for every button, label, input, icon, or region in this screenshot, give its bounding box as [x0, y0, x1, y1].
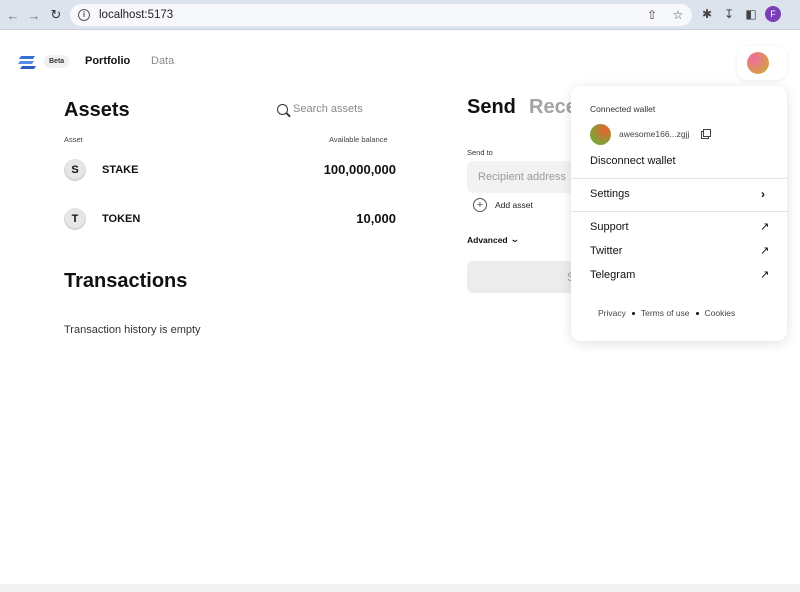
asset-name: STAKE [102, 164, 139, 176]
address-bar[interactable]: i localhost:5173 ⇧ ☆ [70, 4, 692, 26]
asset-row-stake[interactable]: S STAKE 100,000,000 [64, 159, 396, 183]
sidebar-icon[interactable]: ◧ [743, 6, 759, 22]
plus-icon: + [473, 198, 487, 212]
forward-icon[interactable]: → [25, 6, 43, 24]
menu-item-settings[interactable]: Settings [590, 188, 630, 200]
menu-item-support[interactable]: Support [590, 221, 629, 233]
bottom-bar [0, 584, 800, 592]
search-icon [277, 103, 288, 115]
beta-badge: Beta [44, 55, 70, 68]
bullet-separator [631, 311, 635, 315]
tab-send[interactable]: Send [467, 96, 516, 119]
asset-balance: 10,000 [356, 211, 396, 226]
cookies-link[interactable]: Cookies [705, 308, 736, 318]
divider [571, 211, 787, 212]
bullet-separator [695, 311, 699, 315]
asset-balance: 100,000,000 [323, 162, 396, 177]
divider [571, 178, 787, 179]
column-asset: Asset [64, 135, 83, 144]
star-icon[interactable]: ☆ [670, 7, 686, 23]
external-link-icon: ↗ [760, 269, 770, 281]
extensions-icon[interactable]: ✱ [699, 6, 715, 22]
chevron-right-icon: › [761, 187, 765, 201]
wallet-avatar-button[interactable] [737, 46, 787, 80]
nav-data[interactable]: Data [151, 55, 174, 67]
menu-item-twitter[interactable]: Twitter [590, 245, 622, 257]
token-icon: T [64, 208, 86, 230]
transactions-title: Transactions [64, 270, 188, 292]
column-balance: Available balance [329, 135, 388, 144]
nav-portfolio[interactable]: Portfolio [85, 55, 130, 67]
copy-icon[interactable] [701, 129, 711, 139]
connected-wallet-label: Connected wallet [590, 104, 656, 114]
wallet-avatar [747, 52, 769, 74]
transactions-empty: Transaction history is empty [64, 324, 201, 336]
disconnect-wallet-button[interactable]: Disconnect wallet [590, 155, 676, 167]
add-asset-button[interactable]: + Add asset [473, 198, 533, 212]
wallet-address: awesome166...zgjj [619, 129, 690, 139]
asset-row-token[interactable]: T TOKEN 10,000 [64, 208, 396, 232]
share-icon[interactable]: ⇧ [644, 7, 660, 23]
send-to-label: Send to [467, 148, 493, 157]
send-submit-button[interactable]: S [467, 261, 577, 293]
info-icon[interactable]: i [78, 9, 90, 21]
app-logo[interactable] [17, 53, 37, 71]
search-input[interactable] [293, 103, 403, 115]
assets-title: Assets [64, 99, 130, 121]
reload-icon[interactable]: ↻ [47, 6, 65, 24]
token-icon: S [64, 159, 86, 181]
add-asset-label: Add asset [495, 200, 533, 210]
download-icon[interactable]: ↧ [721, 6, 737, 22]
chevron-down-icon: ⌄ [509, 234, 520, 244]
browser-toolbar: ← → ↻ i localhost:5173 ⇧ ☆ ✱ ↧ ◧ F [0, 0, 800, 30]
menu-item-telegram[interactable]: Telegram [590, 269, 635, 281]
advanced-label: Advanced [467, 234, 508, 245]
external-link-icon: ↗ [760, 221, 770, 233]
profile-avatar[interactable]: F [765, 6, 781, 22]
tab-receive[interactable]: Rece [529, 96, 571, 119]
advanced-toggle[interactable]: Advanced ⌄ [467, 234, 520, 245]
asset-search[interactable] [277, 103, 403, 115]
terms-link[interactable]: Terms of use [641, 308, 690, 318]
asset-name: TOKEN [102, 213, 141, 225]
url-text[interactable]: localhost:5173 [99, 9, 173, 21]
back-icon[interactable]: ← [4, 6, 22, 24]
privacy-link[interactable]: Privacy [598, 308, 626, 318]
wallet-avatar [590, 124, 611, 145]
external-link-icon: ↗ [760, 245, 770, 257]
wallet-menu: Connected wallet awesome166...zgjj Disco… [571, 86, 787, 341]
recipient-input[interactable] [467, 161, 577, 193]
menu-footer: Privacy Terms of use Cookies [598, 308, 735, 318]
